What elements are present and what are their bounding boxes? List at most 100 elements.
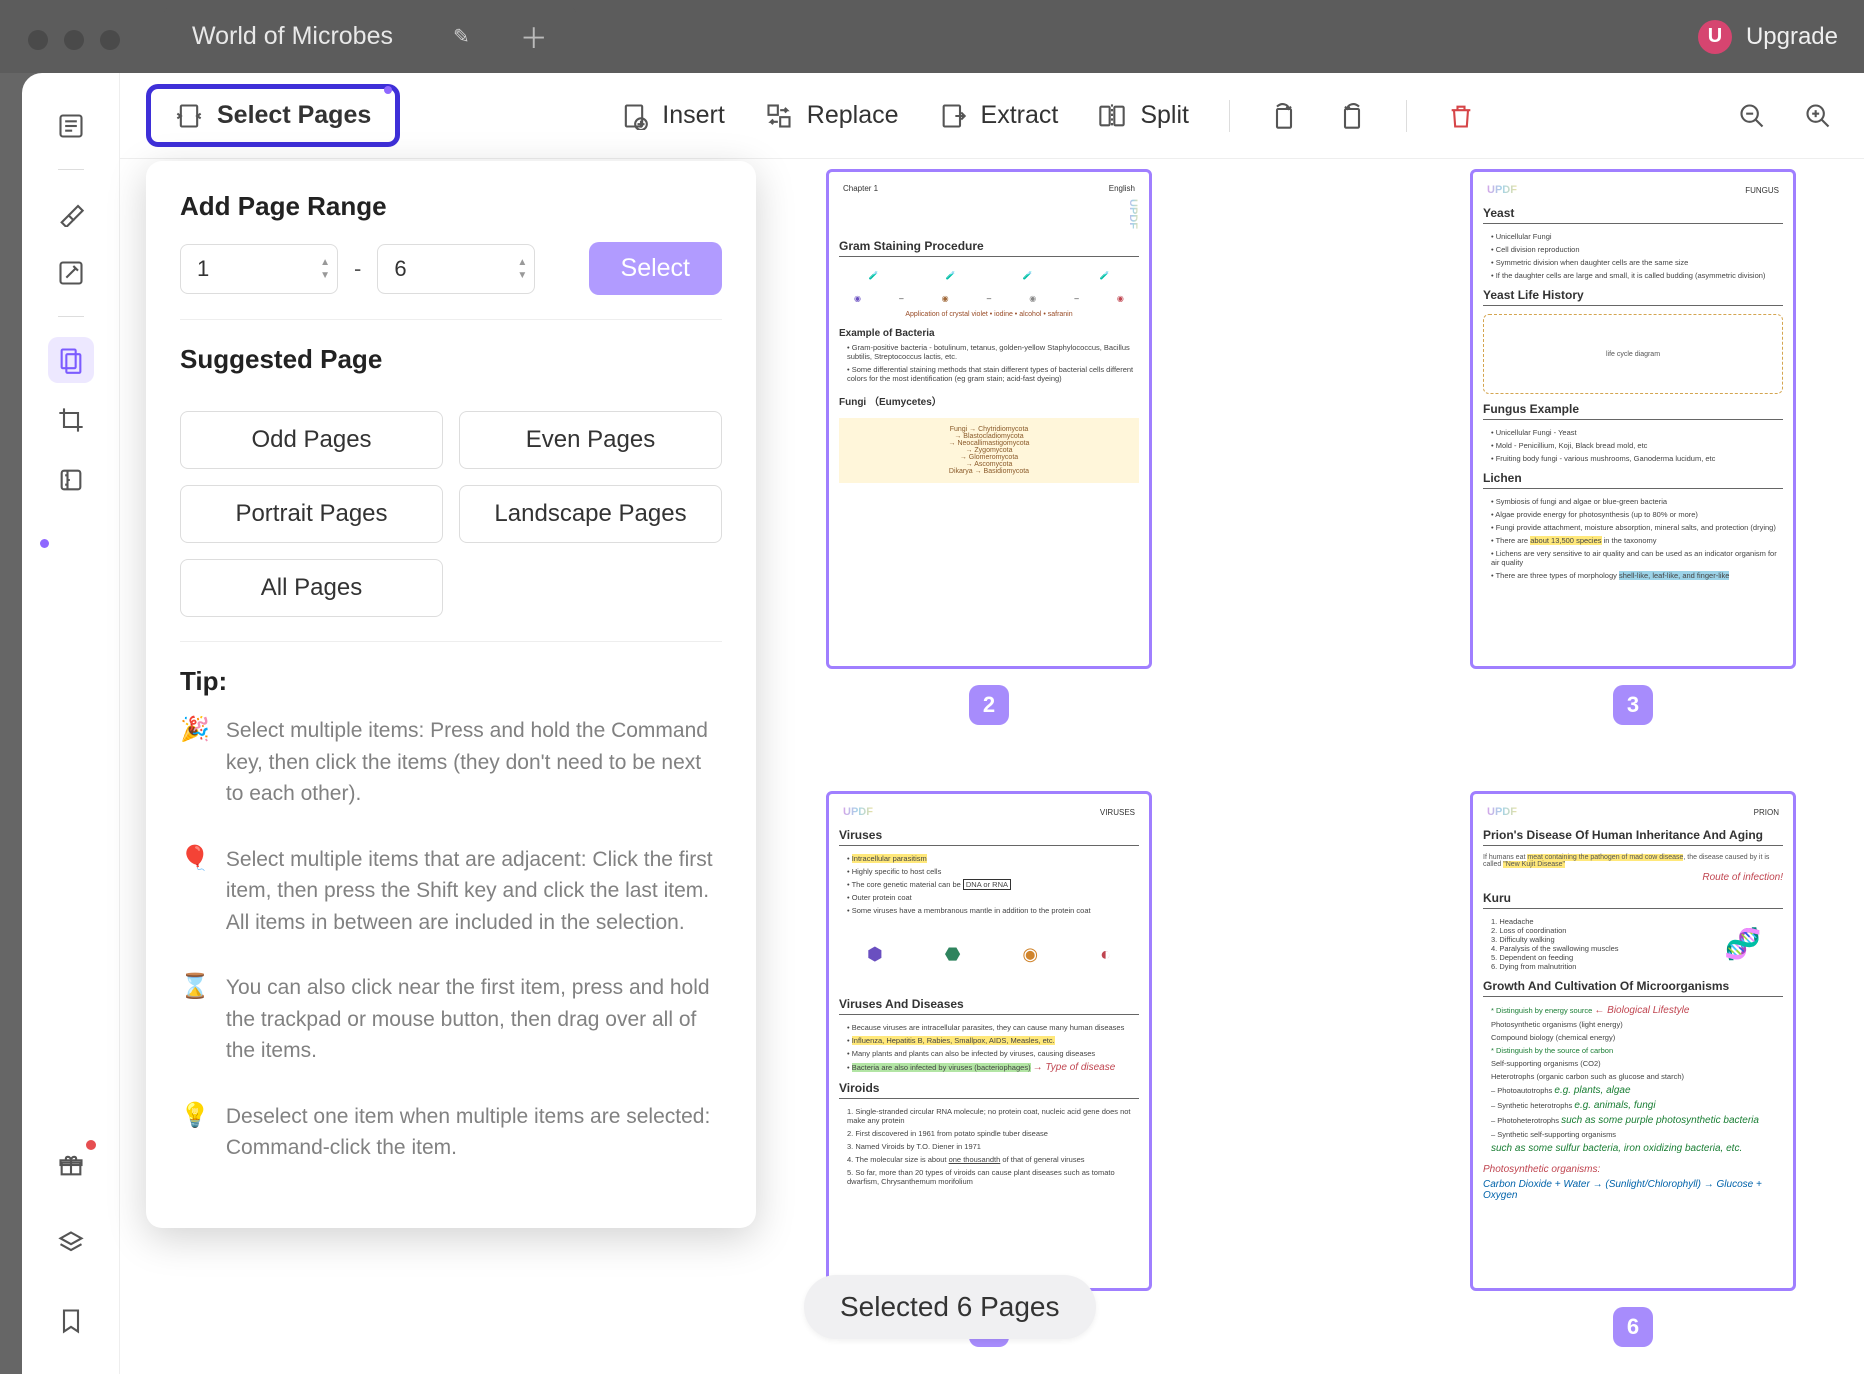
range-title: Add Page Range xyxy=(180,191,722,222)
odd-pages-button[interactable]: Odd Pages xyxy=(180,411,443,469)
rotate-right-icon[interactable] xyxy=(1338,102,1366,130)
upgrade-label: Upgrade xyxy=(1746,23,1838,51)
stepper-up-icon[interactable]: ▲ xyxy=(517,257,527,268)
extract-button[interactable]: Extract xyxy=(939,101,1059,130)
tip-emoji: 🎉 xyxy=(180,715,210,810)
edit-tab-icon[interactable]: ✎ xyxy=(453,24,470,49)
replace-button[interactable]: Replace xyxy=(765,101,899,130)
stepper-down-icon[interactable]: ▼ xyxy=(320,270,330,281)
brand-label: UPDF xyxy=(1487,184,1517,196)
tip-row: 💡 Deselect one item when multiple items … xyxy=(180,1101,722,1164)
range-from-input[interactable] xyxy=(180,244,338,294)
split-button[interactable]: Split xyxy=(1098,101,1189,130)
maximize-window[interactable] xyxy=(100,30,120,50)
tip-emoji: 💡 xyxy=(180,1101,210,1164)
zoom-in-icon[interactable] xyxy=(1804,102,1832,130)
highlighter-icon[interactable] xyxy=(48,190,94,236)
layers-icon[interactable] xyxy=(48,1220,94,1266)
app-body: Select Pages Insert Replace Extract Spli… xyxy=(22,73,1864,1374)
active-tab[interactable]: World of Microbes ✎ ＋ xyxy=(162,5,578,69)
stepper-down-icon[interactable]: ▼ xyxy=(517,270,527,281)
thumb-title: Fungus Example xyxy=(1483,402,1783,420)
page-number-badge: 3 xyxy=(1613,685,1653,725)
page-toolbar: Select Pages Insert Replace Extract Spli… xyxy=(120,73,1864,159)
window-controls xyxy=(28,30,120,50)
tip-text: Select multiple items: Press and hold th… xyxy=(226,715,722,810)
tip-text: Select multiple items that are adjacent:… xyxy=(226,844,722,939)
page-thumbnail[interactable]: Chapter 1English UPDF Gram Staining Proc… xyxy=(826,169,1152,725)
reader-mode-icon[interactable] xyxy=(48,103,94,149)
tip-row: ⌛ You can also click near the first item… xyxy=(180,972,722,1067)
meta-label: PRION xyxy=(1754,808,1779,817)
upgrade-button[interactable]: U Upgrade xyxy=(1698,20,1838,54)
landscape-pages-button[interactable]: Landscape Pages xyxy=(459,485,722,543)
bookmark-icon[interactable] xyxy=(48,1298,94,1344)
even-pages-button[interactable]: Even Pages xyxy=(459,411,722,469)
thumb-title: Viruses And Diseases xyxy=(839,997,1139,1015)
meta-label: FUNGUS xyxy=(1745,186,1779,195)
tip-row: 🎈 Select multiple items that are adjacen… xyxy=(180,844,722,939)
suggested-title: Suggested Page xyxy=(180,344,722,375)
thumbnail-preview: UPDF PRION Prion's Disease Of Human Inher… xyxy=(1470,791,1796,1291)
thumb-title: Growth And Cultivation Of Microorganisms xyxy=(1483,979,1783,997)
thumb-title: Viroids xyxy=(839,1081,1139,1099)
thumb-title: Prion's Disease Of Human Inheritance And… xyxy=(1483,828,1783,846)
compress-icon[interactable] xyxy=(48,457,94,503)
range-from-wrap: ▲▼ xyxy=(180,244,338,294)
avatar: U xyxy=(1698,20,1732,54)
tip-emoji: 🎈 xyxy=(180,844,210,939)
thumbnail-preview: UPDFFUNGUS Yeast • Unicellular Fungi • C… xyxy=(1470,169,1796,669)
tip-title: Tip: xyxy=(180,666,722,697)
replace-label: Replace xyxy=(807,101,899,130)
edit-text-icon[interactable] xyxy=(48,250,94,296)
close-window[interactable] xyxy=(28,30,48,50)
stepper-up-icon[interactable]: ▲ xyxy=(320,257,330,268)
thumb-title: Viruses xyxy=(839,828,1139,846)
range-to-wrap: ▲▼ xyxy=(377,244,535,294)
thumbnail-preview: Chapter 1English UPDF Gram Staining Proc… xyxy=(826,169,1152,669)
zoom-out-icon[interactable] xyxy=(1738,102,1766,130)
thumb-title: Gram Staining Procedure xyxy=(839,239,1139,257)
tip-row: 🎉 Select multiple items: Press and hold … xyxy=(180,715,722,810)
extract-label: Extract xyxy=(981,101,1059,130)
crop-icon[interactable] xyxy=(48,397,94,443)
main-area: Select Pages Insert Replace Extract Spli… xyxy=(120,73,1864,1374)
chapter-label: Chapter 1 xyxy=(843,184,878,193)
portrait-pages-button[interactable]: Portrait Pages xyxy=(180,485,443,543)
thumb-title: Yeast Life History xyxy=(1483,288,1783,306)
all-pages-button[interactable]: All Pages xyxy=(180,559,443,617)
brand-label: UPDF xyxy=(1487,806,1517,818)
insert-button[interactable]: Insert xyxy=(620,101,725,130)
page-number-badge: 2 xyxy=(969,685,1009,725)
select-pages-label: Select Pages xyxy=(217,101,371,130)
delete-icon[interactable] xyxy=(1447,102,1475,130)
organize-pages-icon[interactable] xyxy=(48,337,94,383)
page-thumbnail[interactable]: UPDF PRION Prion's Disease Of Human Inher… xyxy=(1470,791,1796,1347)
thumb-title: Yeast xyxy=(1483,206,1783,224)
split-label: Split xyxy=(1140,101,1189,130)
brand-label: UPDF xyxy=(843,806,873,818)
new-tab-icon[interactable]: ＋ xyxy=(520,17,548,57)
page-number-badge: 6 xyxy=(1613,1307,1653,1347)
gift-notification-dot xyxy=(86,1140,96,1150)
thumb-title: Lichen xyxy=(1483,471,1783,489)
tip-text: Deselect one item when multiple items ar… xyxy=(226,1101,722,1164)
select-range-button[interactable]: Select xyxy=(589,242,722,295)
rotate-left-icon[interactable] xyxy=(1270,102,1298,130)
page-thumbnail[interactable]: UPDFVIRUSES Viruses • Intracellular para… xyxy=(826,791,1152,1347)
thumb-subtitle: Fungi （Eumycetes） xyxy=(839,393,1139,408)
tab-title: World of Microbes xyxy=(192,22,393,51)
page-thumbnail[interactable]: UPDFFUNGUS Yeast • Unicellular Fungi • C… xyxy=(1470,169,1796,725)
minimize-window[interactable] xyxy=(64,30,84,50)
select-pages-popover: Add Page Range ▲▼ - ▲▼ Select Suggested … xyxy=(146,161,756,1228)
select-pages-button[interactable]: Select Pages xyxy=(146,84,400,147)
thumbnail-preview: UPDFVIRUSES Viruses • Intracellular para… xyxy=(826,791,1152,1291)
content-area: Add Page Range ▲▼ - ▲▼ Select Suggested … xyxy=(120,159,1864,1374)
thumb-subtitle: Example of Bacteria xyxy=(839,328,1139,339)
insert-label: Insert xyxy=(662,101,725,130)
left-sidebar xyxy=(22,73,120,1374)
gift-icon[interactable] xyxy=(48,1142,94,1188)
range-to-input[interactable] xyxy=(377,244,535,294)
tip-emoji: ⌛ xyxy=(180,972,210,1067)
meta-label: English xyxy=(1109,184,1135,193)
